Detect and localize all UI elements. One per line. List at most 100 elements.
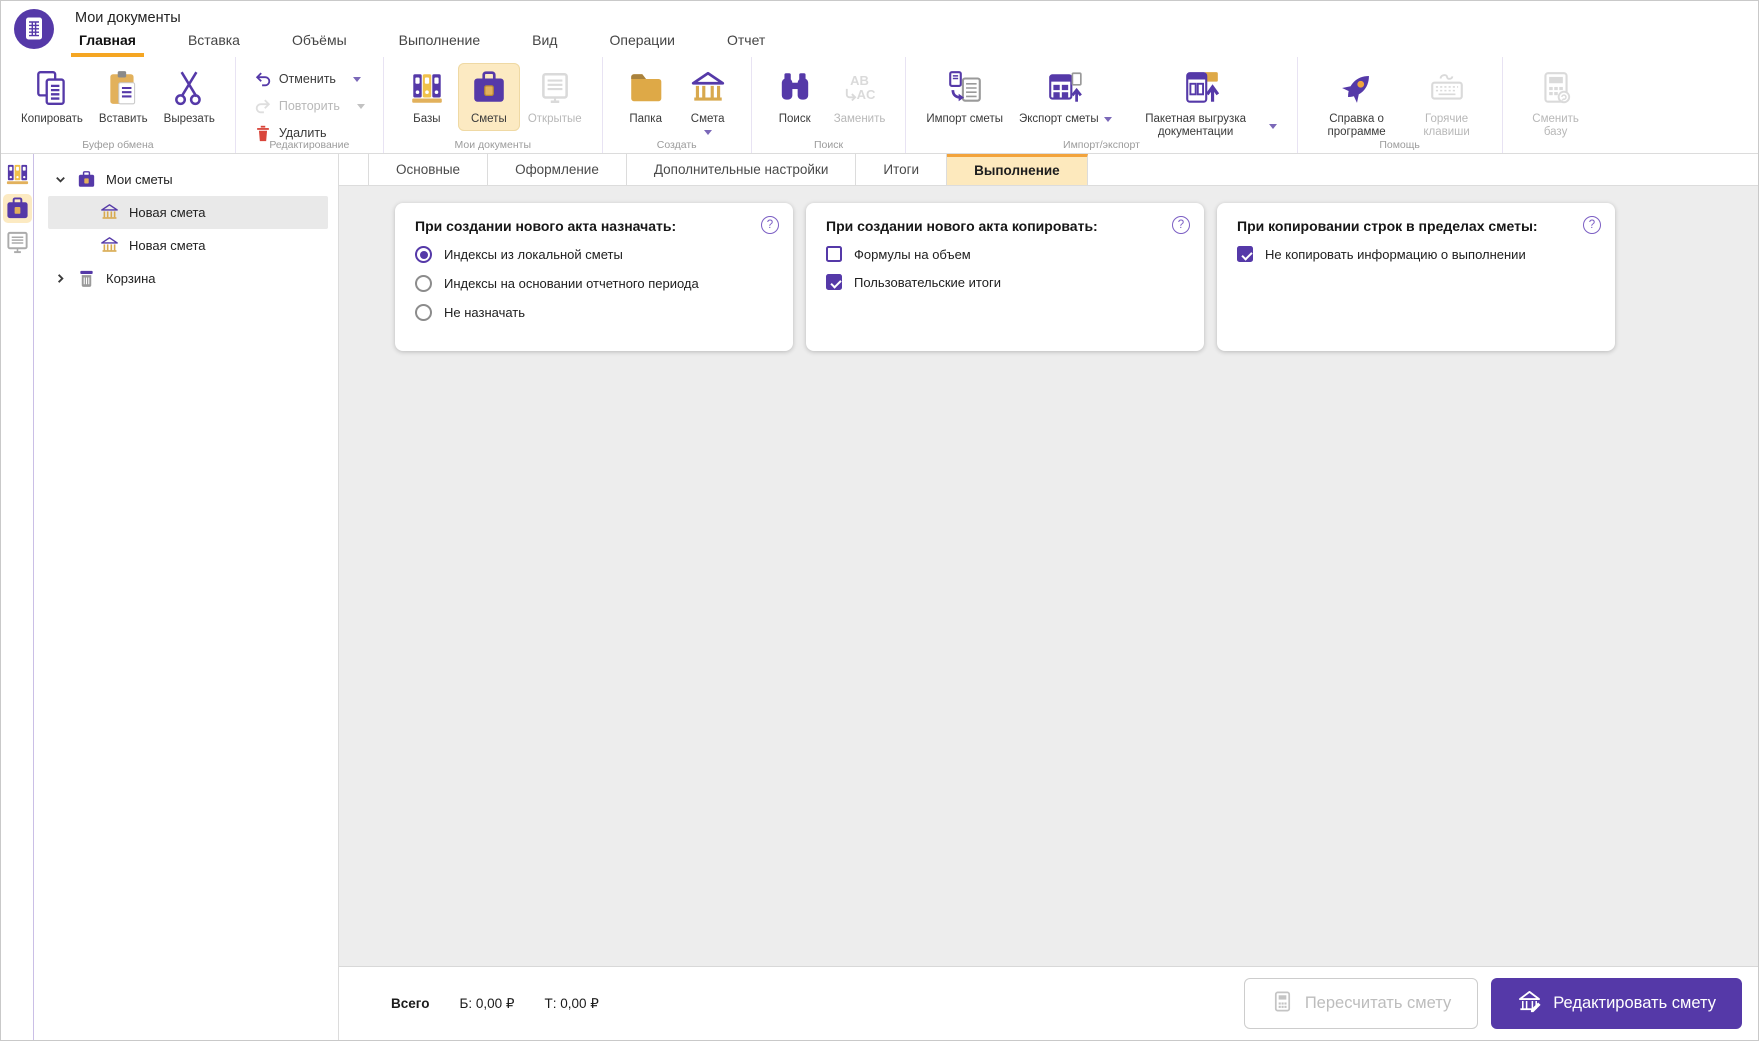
checkbox-option-no-execution-info[interactable]: Не копировать информацию о выполнении [1237,246,1597,262]
cut-button[interactable]: Вырезать [156,63,223,131]
tab-osnovnye[interactable]: Основные [369,154,488,185]
checkbox-icon[interactable] [826,246,842,262]
new-estimate-button[interactable]: Смета [677,63,739,140]
replace-button[interactable]: AB AC Заменить [826,63,894,131]
group-label-clipboard: Буфер обмена [1,139,235,151]
radio-checked-icon[interactable] [415,246,432,263]
hotkeys-button[interactable]: Горячие клавиши [1404,63,1490,144]
status-bar: Всего Б: 0,00 ₽ Т: 0,00 ₽ Пересчитать см… [339,966,1758,1040]
binoculars-icon [776,68,814,108]
estimates-tree: Мои сметы Новая смета Новая смета [34,154,338,1040]
total-label: Всего [391,996,429,1011]
briefcase-icon [5,196,30,221]
paste-button[interactable]: Вставить [91,63,156,131]
strip-documents-button[interactable] [3,228,32,257]
opened-button[interactable]: Открытые [520,63,590,131]
tab-dop-nastroyki[interactable]: Дополнительные настройки [627,154,857,185]
redo-button[interactable]: Повторить [248,94,371,118]
batch-export-button[interactable]: Пакетная выгрузка документации [1120,63,1285,144]
edit-estimate-button[interactable]: Редактировать смету [1491,978,1742,1029]
card-title: При копировании строк в пределах сметы: [1237,218,1597,234]
tree-item-label: Корзина [106,271,156,286]
card-title: При создании нового акта назначать: [415,218,775,234]
menu-tab-operacii[interactable]: Операции [605,26,679,57]
edit-house-icon [1517,989,1542,1019]
briefcase-icon [77,170,96,189]
batch-export-icon [1183,68,1221,108]
window-title: Мои документы [75,10,181,26]
group-label-my-documents: Мои документы [384,139,602,151]
bases-icon [408,68,446,108]
card-act-copy: При создании нового акта копировать: ? Ф… [806,203,1204,351]
checkbox-checked-icon[interactable] [1237,246,1253,262]
export-dropdown-icon[interactable] [1104,117,1112,122]
strip-bases-button[interactable] [3,160,32,189]
bases-button[interactable]: Базы [396,63,458,131]
estimates-button[interactable]: Сметы [458,63,520,131]
radio-option-none[interactable]: Не назначать [415,304,775,321]
tree-item-new-estimate-2[interactable]: Новая смета [48,229,328,262]
tree-item-trash[interactable]: Корзина [48,262,328,295]
import-icon [946,68,984,108]
radio-option-period-indexes[interactable]: Индексы на основании отчетного периода [415,275,775,292]
ribbon-group-create: Папка Смета Создать [602,57,751,153]
help-icon[interactable]: ? [1583,216,1601,234]
help-icon[interactable]: ? [761,216,779,234]
tab-oformlenie[interactable]: Оформление [488,154,627,185]
ribbon: Копировать Вставить Вырезать Буфер обмен… [1,57,1758,154]
ribbon-group-help: Справка о программе Горячие клавиши Помо… [1297,57,1502,153]
new-estimate-dropdown-icon[interactable] [704,130,712,135]
card-title: При создании нового акта копировать: [826,218,1186,234]
recalculate-estimate-button[interactable]: Пересчитать смету [1244,978,1478,1029]
tree-item-new-estimate-1[interactable]: Новая смета [48,196,328,229]
menu-tab-vstavka[interactable]: Вставка [184,26,244,57]
group-label-editing: Редактирование [236,139,383,151]
export-icon [1046,68,1084,108]
undo-dropdown-icon[interactable] [353,77,361,82]
copy-button[interactable]: Копировать [13,63,91,131]
menu-tab-vypolnenie[interactable]: Выполнение [395,26,484,57]
totals: Всего Б: 0,00 ₽ Т: 0,00 ₽ [391,996,599,1012]
menu-tab-otchet[interactable]: Отчет [723,26,769,57]
help-icon[interactable]: ? [1172,216,1190,234]
about-button[interactable]: Справка о программе [1310,63,1404,144]
checkbox-option-user-totals[interactable]: Пользовательские итоги [826,274,1186,290]
radio-icon[interactable] [415,304,432,321]
checkbox-checked-icon[interactable] [826,274,842,290]
strip-estimates-button[interactable] [3,194,32,223]
estimate-house-icon [689,68,727,108]
checkbox-option-volume-formulas[interactable]: Формулы на объем [826,246,1186,262]
ribbon-group-import-export: Импорт сметы Экспорт сметы Пакетная выгр… [905,57,1296,153]
current-total-value: Т: 0,00 ₽ [544,996,598,1012]
paste-icon [104,68,142,108]
menu-tab-obyomy[interactable]: Объёмы [288,26,351,57]
radio-option-local-indexes[interactable]: Индексы из локальной сметы [415,246,775,263]
estimate-settings-tabs: Основные Оформление Дополнительные настр… [339,154,1758,186]
keyboard-icon [1428,68,1466,108]
redo-dropdown-icon[interactable] [357,104,365,109]
export-estimate-button[interactable]: Экспорт сметы [1011,63,1120,131]
menu-tab-glavnaya[interactable]: Главная [75,26,140,57]
radio-icon[interactable] [415,275,432,292]
folder-icon [627,68,665,108]
chevron-right-icon[interactable] [52,271,68,287]
tab-itogi[interactable]: Итоги [856,154,947,185]
redo-icon [254,97,272,115]
group-label-help: Помощь [1298,139,1502,151]
bases-icon [5,162,30,187]
import-estimate-button[interactable]: Импорт сметы [918,63,1011,131]
undo-icon [254,70,272,88]
search-button[interactable]: Поиск [764,63,826,131]
chevron-down-icon[interactable] [52,172,68,188]
tab-vypolnenie[interactable]: Выполнение [947,154,1088,185]
estimate-house-icon [100,203,119,222]
content-area: Основные Оформление Дополнительные настр… [339,154,1758,1040]
batch-export-dropdown-icon[interactable] [1269,124,1277,129]
group-label-import-export: Импорт/экспорт [906,139,1296,151]
tree-item-my-estimates[interactable]: Мои сметы [48,163,328,196]
change-base-button[interactable]: Сменить базу [1515,63,1597,144]
undo-button[interactable]: Отменить [248,67,371,91]
replace-icon: AB AC [844,68,876,108]
new-folder-button[interactable]: Папка [615,63,677,131]
menu-tab-vid[interactable]: Вид [528,26,561,57]
